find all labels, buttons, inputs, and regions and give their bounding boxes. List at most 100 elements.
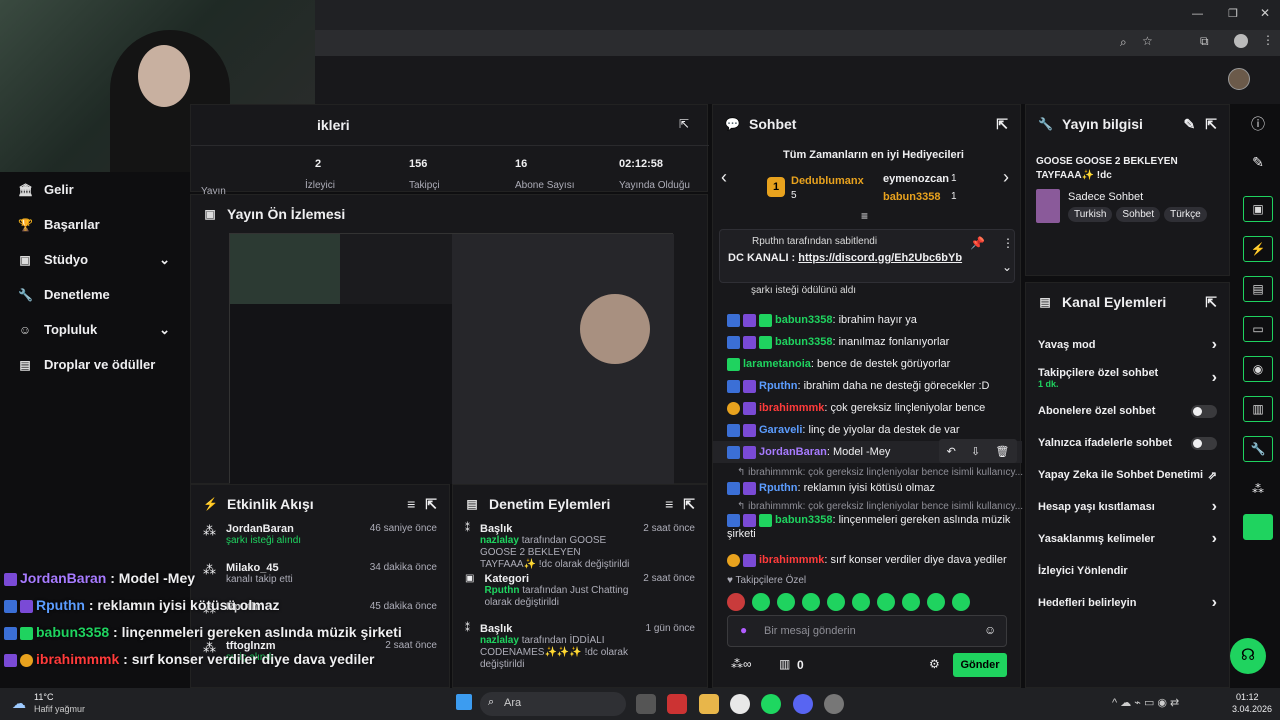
info-icon[interactable]: ⓘ (1236, 114, 1280, 154)
tag[interactable]: Turkish (1068, 207, 1113, 222)
discord-icon[interactable] (792, 694, 813, 714)
emote-only-toggle[interactable] (1191, 436, 1217, 450)
app-icon[interactable] (824, 694, 845, 714)
popout-icon[interactable]: ⇱ (683, 496, 695, 513)
subscribers-only-toggle[interactable] (1191, 404, 1217, 418)
preview-video[interactable] (229, 233, 674, 484)
minimize-button[interactable]: — (1192, 8, 1203, 20)
emoji-icon[interactable]: ☺ (984, 623, 996, 637)
app-red-icon[interactable] (667, 694, 688, 714)
edit-pencil-icon[interactable]: ✎ (1184, 116, 1196, 133)
popout-icon[interactable]: ⇱ (1205, 116, 1217, 133)
popout-icon[interactable]: ⇱ (996, 116, 1008, 133)
maximize-button[interactable]: ❐ (1228, 7, 1238, 20)
account-age-row[interactable]: Hesap yaşı kısıtlaması › (1026, 491, 1229, 523)
menu-dots-icon[interactable]: ⋮ (1262, 33, 1274, 47)
tag[interactable]: Türkçe (1164, 207, 1207, 222)
clip-icon[interactable]: ▣ (1243, 196, 1273, 222)
send-button[interactable]: Gönder (953, 653, 1007, 677)
bolt-icon[interactable]: ⚡ (1243, 236, 1273, 262)
weather-icon[interactable]: ☁ (12, 695, 26, 712)
file-explorer-icon[interactable] (698, 694, 719, 714)
emote-icon[interactable] (927, 593, 945, 611)
emote-icon[interactable] (802, 593, 820, 611)
gift-icon[interactable]: ▥ (779, 657, 790, 671)
layout-icon[interactable]: ▥ (1243, 396, 1273, 422)
start-button[interactable] (456, 694, 472, 710)
ai-moderation-row[interactable]: Yapay Zeka ile Sohbet Denetimi ⇗ (1026, 459, 1229, 491)
community-icon[interactable]: ⁂ (1236, 476, 1280, 514)
chat-username[interactable]: babun3358 (775, 514, 832, 526)
support-headset-icon[interactable]: ☊ (1230, 638, 1266, 674)
emote-icon[interactable] (752, 593, 770, 611)
chrome-icon[interactable] (730, 694, 751, 714)
taskbar-search[interactable]: ⌕ Ara (480, 692, 626, 716)
category-name[interactable]: Sadece Sohbet (1068, 191, 1143, 203)
extensions-icon[interactable]: ⧉ (1200, 34, 1209, 49)
mic-icon[interactable]: ● (740, 623, 747, 637)
emote-icon[interactable] (852, 593, 870, 611)
close-window-button[interactable]: ✕ (1260, 6, 1270, 20)
emote-icon[interactable] (902, 593, 920, 611)
more-icon[interactable]: ⋮ (1002, 236, 1014, 250)
chat-username[interactable]: ibrahimmmk (759, 554, 824, 566)
goals-row[interactable]: Hedefleri belirleyin › (1026, 587, 1229, 619)
spotify-icon[interactable] (761, 694, 782, 714)
tag[interactable]: Sohbet (1116, 207, 1161, 222)
chat-username[interactable]: babun3358 (775, 336, 832, 348)
sidebar-item-gelir[interactable]: 🏛 Gelir (0, 172, 190, 207)
game-icon[interactable] (1243, 514, 1273, 540)
avatar-icon[interactable] (1228, 68, 1250, 90)
settings-gear-icon[interactable]: ⚙ (929, 657, 940, 671)
chevron-down-icon[interactable]: ⌄ (159, 322, 170, 338)
wrench-icon[interactable]: 🔧 (1243, 436, 1273, 462)
chat-username[interactable]: Garaveli (759, 424, 802, 436)
profile-icon[interactable] (1234, 34, 1248, 48)
delete-icon[interactable]: 🗑 (995, 445, 1009, 458)
popout-icon[interactable]: ⇱ (425, 496, 437, 513)
filter-icon[interactable]: ≡ (407, 496, 415, 512)
chevron-down-icon[interactable]: ⌄ (1002, 260, 1012, 274)
slow-mode-row[interactable]: Yavaş mod › (1026, 329, 1229, 361)
bookmark-star-icon[interactable]: ☆ (1142, 34, 1153, 48)
emote-icon[interactable] (877, 593, 895, 611)
sidebar-item-studyo[interactable]: ▣ Stüdyo ⌄ (0, 242, 190, 277)
pinned-link[interactable]: https://discord.gg/Eh2Ubc6bYb (798, 252, 962, 264)
filter-icon[interactable]: ≡ (665, 496, 673, 512)
edit-pencil-icon[interactable]: ✎ (1236, 154, 1280, 196)
chat-username[interactable]: babun3358 (775, 314, 832, 326)
followers-only-row[interactable]: Takipçilere özel sohbet 1 dk. › (1026, 361, 1229, 395)
banned-words-row[interactable]: Yasaklanmış kelimeler › (1026, 523, 1229, 555)
pinned-message[interactable]: Rputhn tarafından sabitlendi DC KANALI :… (719, 229, 1015, 283)
chat-input[interactable]: ● Bir mesaj gönderin ☺ (727, 615, 1007, 647)
sidebar-item-denetleme[interactable]: 🔧 Denetleme (0, 277, 190, 312)
sidebar-item-basarilar[interactable]: 🏆 Başarılar (0, 207, 190, 242)
sidebar-item-droplar[interactable]: ▤ Droplar ve ödüller (0, 347, 190, 382)
raid-row[interactable]: İzleyici Yönlendir (1026, 555, 1229, 587)
emote-icon[interactable] (827, 593, 845, 611)
pin-icon[interactable]: 📌 (970, 236, 985, 250)
chat-username[interactable]: Rputhn (759, 482, 797, 494)
popout-icon[interactable]: ⇱ (679, 117, 689, 131)
sidebar-item-topluluk[interactable]: ☺ Topluluk ⌄ (0, 312, 190, 347)
chat-bubble-icon[interactable]: ▭ (1243, 316, 1273, 342)
emote-icon[interactable] (952, 593, 970, 611)
chevron-left-icon[interactable]: ‹ (721, 167, 727, 188)
chat-username[interactable]: Rputhn (759, 380, 797, 392)
chat-username[interactable]: larametanoia (743, 358, 811, 370)
zoom-icon[interactable]: ⌕ (1120, 35, 1127, 50)
chevron-right-icon[interactable]: › (1003, 167, 1009, 188)
pin-icon[interactable]: ⇩ (971, 445, 980, 458)
chevron-down-icon[interactable]: ⌄ (159, 252, 170, 268)
emote-icon[interactable] (727, 593, 745, 611)
chat-username[interactable]: ibrahimmmk (759, 402, 824, 414)
system-tray[interactable]: ^ ☁ ⌁ ▭ ◉ ⇄ (1112, 696, 1179, 709)
task-view-icon[interactable] (636, 694, 656, 714)
broadcast-icon[interactable]: ◉ (1243, 356, 1273, 382)
popout-icon[interactable]: ⇱ (1205, 294, 1217, 311)
reply-icon[interactable]: ↶ (947, 445, 956, 458)
emote-icon[interactable] (777, 593, 795, 611)
points-icon[interactable]: ⁂∞ (731, 657, 752, 671)
chat-username[interactable]: JordanBaran (759, 446, 827, 458)
document-icon[interactable]: ▤ (1243, 276, 1273, 302)
